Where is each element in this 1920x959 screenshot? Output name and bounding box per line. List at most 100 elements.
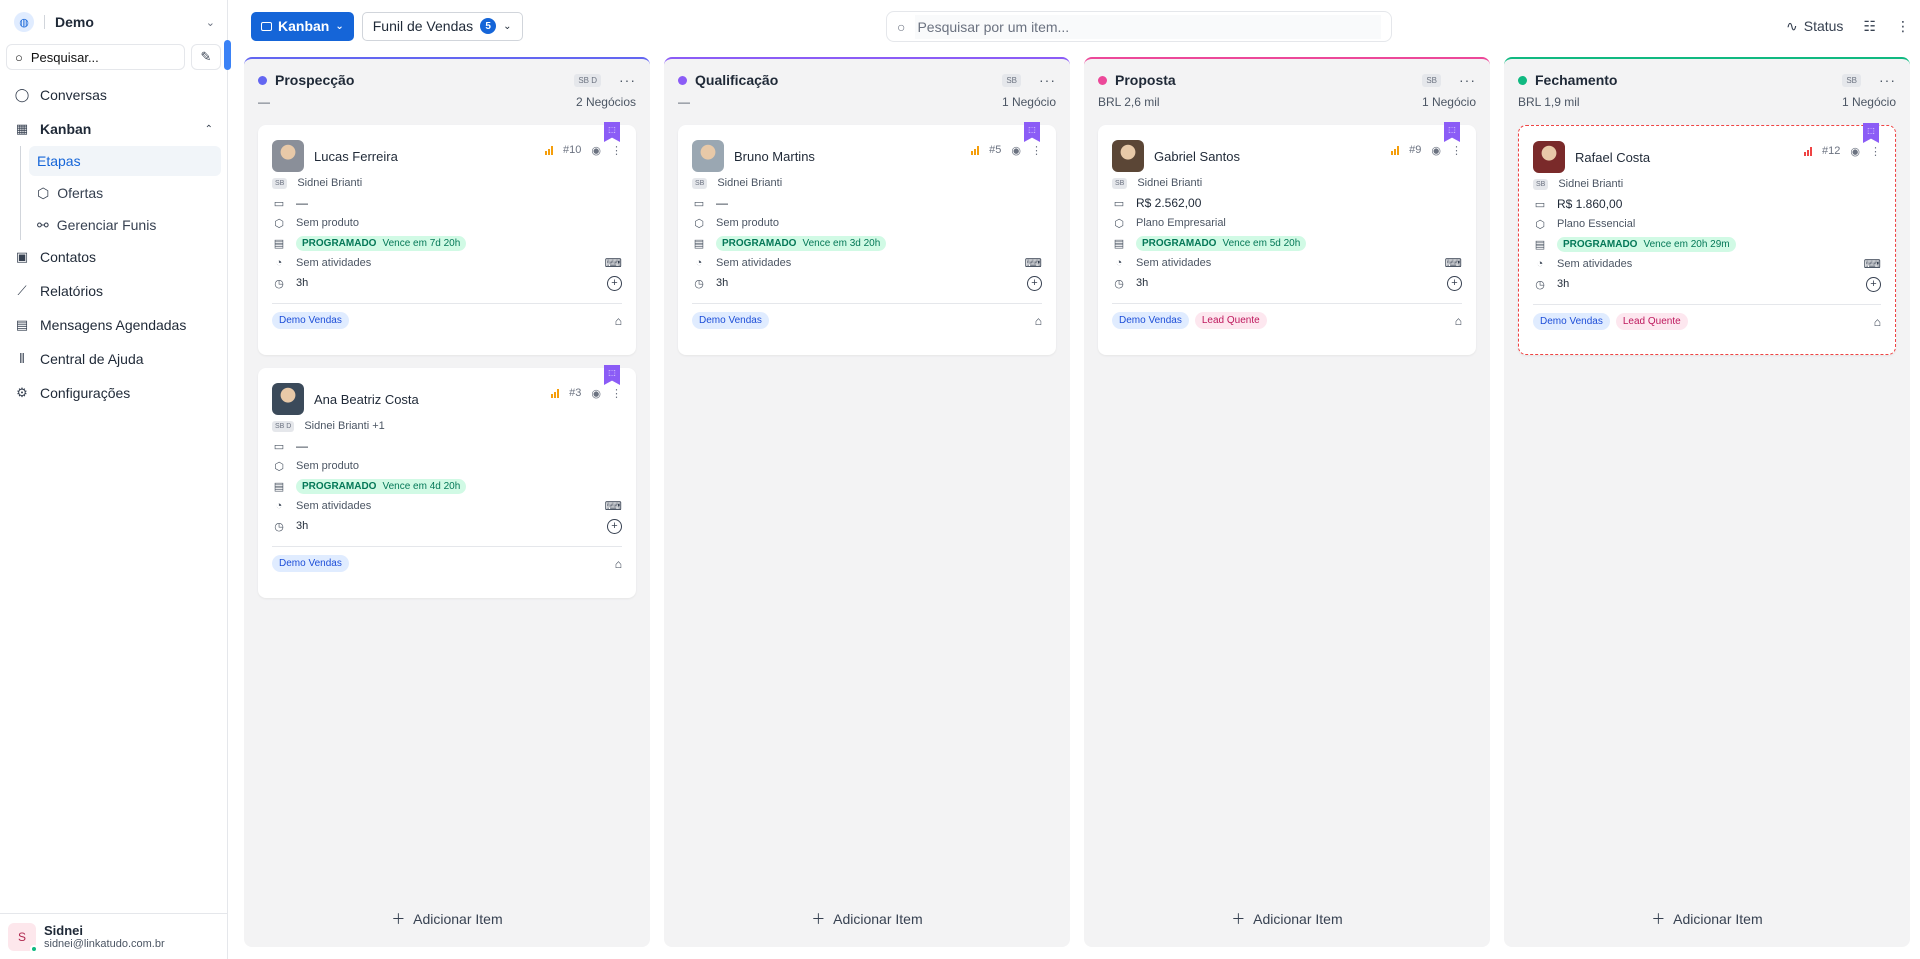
column-count: 1 Negócio <box>1421 95 1476 109</box>
library-icon: ⫴ <box>19 351 25 366</box>
add-item-button[interactable]: ＋ Adicionar Item <box>664 909 1070 929</box>
deal-value: R$ 1.860,00 <box>1557 197 1623 211</box>
add-note-icon[interactable]: ⌨ <box>1864 257 1881 271</box>
owner-chip: SB <box>1112 177 1128 189</box>
status-text: PROGRAMADO <box>1142 237 1217 249</box>
column-more-icon[interactable]: ··· <box>619 72 636 88</box>
tag-icon[interactable]: ⌂ <box>1455 314 1462 328</box>
deal-product: Sem produto <box>296 460 359 472</box>
column-value: BRL 1,9 mil <box>1518 95 1580 109</box>
sidebar-item-conversas[interactable]: ◯ Conversas <box>6 78 221 112</box>
compose-button[interactable]: ✎ <box>191 44 221 70</box>
column-color-dot <box>678 75 687 85</box>
sidebar-item-central-de-ajuda[interactable]: ⫴ Central de Ajuda <box>6 342 221 376</box>
sidebar-item-ofertas[interactable]: ⬡ Ofertas <box>29 178 221 208</box>
kanban-column-0: Prospecção SB D ··· — 2 Negócios ⬚ Lucas… <box>244 57 650 947</box>
sidebar-item-label: Central de Ajuda <box>40 351 144 367</box>
card-more-icon[interactable]: ⋮ <box>1031 144 1042 157</box>
tag-chip[interactable]: Demo Vendas <box>272 312 349 329</box>
sidebar-item-etapas[interactable]: Etapas <box>29 146 221 176</box>
column-more-icon[interactable]: ··· <box>1879 72 1896 88</box>
add-note-icon[interactable]: ⌨ <box>605 256 622 270</box>
add-note-icon[interactable]: ⌨ <box>1025 256 1042 270</box>
user-profile[interactable]: S Sidnei sidnei@linkatudo.com.br <box>0 913 227 959</box>
add-activity-icon[interactable]: + <box>607 518 622 534</box>
add-activity-icon[interactable]: + <box>1447 275 1462 291</box>
add-item-label: Adicionar Item <box>1253 911 1343 927</box>
add-activity-icon[interactable]: + <box>1027 275 1042 291</box>
tag-chip[interactable]: Demo Vendas <box>272 555 349 572</box>
sidebar-item-mensagens-agendadas[interactable]: ▤ Mensagens Agendadas <box>6 308 221 342</box>
deal-product: Plano Essencial <box>1557 218 1636 230</box>
card-more-icon[interactable]: ⋮ <box>1451 144 1462 157</box>
deal-contact-name: Lucas Ferreira <box>314 148 398 164</box>
add-note-icon[interactable]: ⌨ <box>1445 256 1462 270</box>
deal-card[interactable]: ⬚ Bruno Martins #5 ◉ ⋮ SB Sidnei Brianti … <box>678 122 1056 355</box>
view-switcher-button[interactable]: Kanban ⌄ <box>251 11 354 41</box>
tag-chip[interactable]: Demo Vendas <box>692 312 769 329</box>
workspace-switcher[interactable]: ◍ Demo ⌄ <box>0 0 227 44</box>
owner-chip: SB D <box>272 420 295 432</box>
card-more-icon[interactable]: ⋮ <box>611 387 622 400</box>
tag-icon[interactable]: ⌂ <box>1035 314 1042 328</box>
divider <box>44 15 45 29</box>
tag-chip[interactable]: Lead Quente <box>1615 313 1688 330</box>
tag-chip[interactable]: Demo Vendas <box>1112 312 1189 329</box>
card-more-icon[interactable]: ⋮ <box>1870 145 1881 158</box>
item-search-input[interactable]: Pesquisar por um item... <box>915 14 1381 39</box>
tag-icon[interactable]: ⌂ <box>615 557 622 571</box>
sidebar-item-configuracoes[interactable]: ⚙ Configurações <box>6 376 221 410</box>
item-search[interactable]: ○ Pesquisar por um item... <box>886 11 1392 42</box>
add-note-icon[interactable]: ⌨ <box>605 499 622 513</box>
column-more-icon[interactable]: ··· <box>1459 72 1476 88</box>
package-icon: ⬡ <box>274 217 284 230</box>
eye-icon[interactable]: ◉ <box>1011 144 1021 157</box>
eye-icon[interactable]: ◉ <box>591 144 601 157</box>
sidebar-item-label: Conversas <box>40 87 107 103</box>
status-button[interactable]: ∿ Status <box>1786 18 1843 35</box>
deal-id: #9 <box>1409 144 1422 156</box>
eye-icon[interactable]: ◉ <box>1431 144 1441 157</box>
more-options-icon[interactable]: ⋮ <box>1896 18 1910 35</box>
deal-card[interactable]: ⬚ Rafael Costa #12 ◉ ⋮ SB Sidnei Brianti … <box>1518 123 1896 355</box>
column-more-icon[interactable]: ··· <box>1039 72 1056 88</box>
tag-chip[interactable]: Demo Vendas <box>1533 313 1610 330</box>
deal-time: 3h <box>1557 278 1570 290</box>
funnel-selector[interactable]: Funil de Vendas 5 ⌄ <box>361 11 523 41</box>
eye-icon[interactable]: ◉ <box>1850 145 1860 158</box>
tag-chip[interactable]: Lead Quente <box>1194 312 1267 329</box>
avatar-initial: S <box>17 929 26 944</box>
calendar-icon: ▤ <box>273 480 285 493</box>
sidebar-item-gerenciar-funis[interactable]: ⚯ Gerenciar Funis <box>29 210 221 240</box>
deal-card[interactable]: ⬚ Lucas Ferreira #10 ◉ ⋮ SB Sidnei Briant… <box>258 122 636 355</box>
deal-card[interactable]: ⬚ Ana Beatriz Costa #3 ◉ ⋮ SB D Sidnei Br… <box>258 365 636 598</box>
card-more-icon[interactable]: ⋮ <box>611 144 622 157</box>
status-label: Status <box>1803 18 1844 34</box>
tag-icon[interactable]: ⌂ <box>615 314 622 328</box>
column-owner-chip: SB <box>1842 73 1861 87</box>
column-value: — <box>678 95 690 109</box>
chevron-down-icon: ⌄ <box>335 20 344 32</box>
add-item-button[interactable]: ＋ Adicionar Item <box>244 909 650 929</box>
sidebar-item-contatos[interactable]: ▣ Contatos <box>6 240 221 274</box>
calendar-icon: ▤ <box>693 237 705 250</box>
add-item-button[interactable]: ＋ Adicionar Item <box>1084 909 1490 929</box>
sidebar-search-input[interactable]: ○ Pesquisar... <box>6 44 185 70</box>
avatar: S <box>8 922 38 953</box>
eye-icon[interactable]: ◉ <box>591 387 601 400</box>
divider <box>272 546 622 547</box>
sidebar-item-relatorios[interactable]: ⟋ Relatórios <box>6 274 221 308</box>
sidebar-item-kanban[interactable]: ▦ Kanban ⌃ <box>6 112 221 146</box>
add-activity-icon[interactable]: + <box>607 275 622 291</box>
add-item-button[interactable]: ＋ Adicionar Item <box>1504 909 1910 929</box>
money-icon: ▭ <box>273 440 285 453</box>
deal-time: 3h <box>296 277 309 289</box>
priority-bars-icon <box>551 388 560 398</box>
deal-owner: Sidnei Brianti <box>1558 178 1624 190</box>
funnel-label: Funil de Vendas <box>372 18 474 34</box>
funnel-count-badge: 5 <box>480 18 497 34</box>
add-activity-icon[interactable]: + <box>1866 276 1881 292</box>
tag-icon[interactable]: ⌂ <box>1874 315 1881 329</box>
deal-card[interactable]: ⬚ Gabriel Santos #9 ◉ ⋮ SB Sidnei Brianti… <box>1098 122 1476 355</box>
columns-settings-icon[interactable]: ☷ <box>1863 18 1876 35</box>
